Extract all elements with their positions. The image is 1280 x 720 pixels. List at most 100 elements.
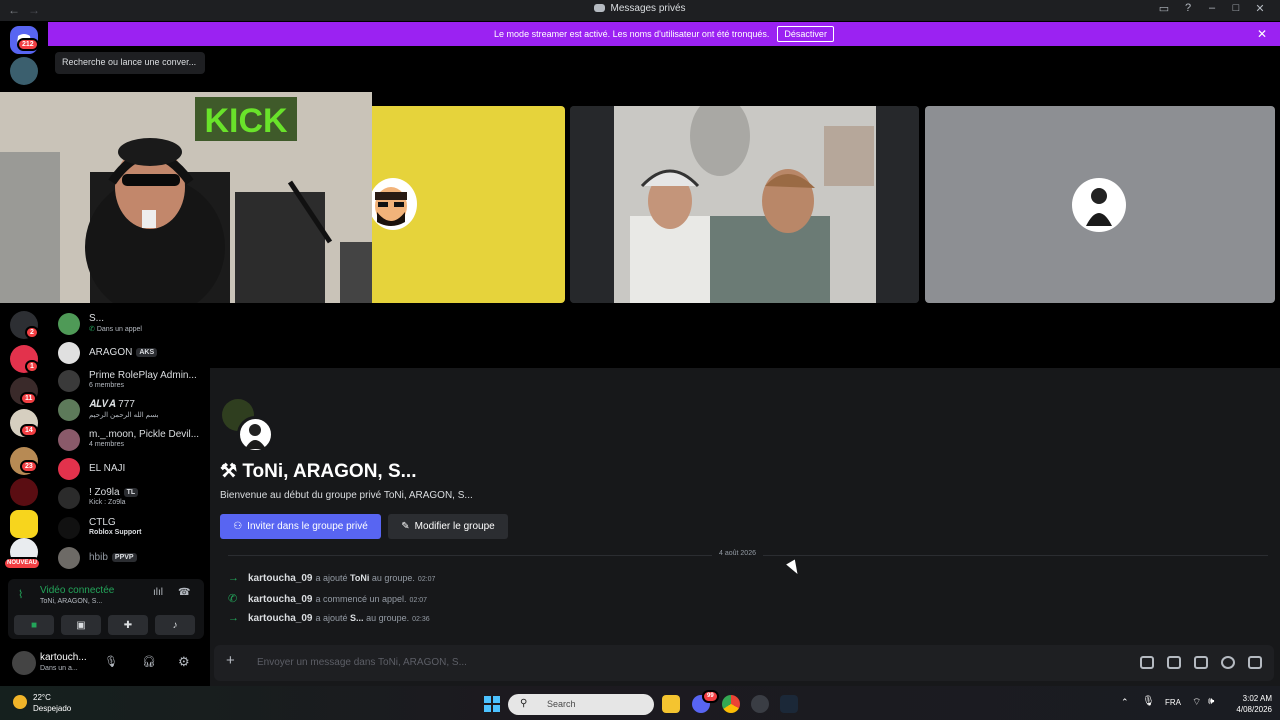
minimize-button[interactable]: –	[1200, 2, 1224, 15]
soundboard-button[interactable]: ♪	[155, 615, 195, 635]
group-welcome-text: Bienvenue au début du groupe privé ToNi,…	[220, 490, 473, 501]
gif-icon[interactable]	[1167, 656, 1181, 669]
dm-name: ARAGON AKS	[89, 347, 158, 358]
dm-item[interactable]: m._.moon, Pickle Devil... 4 membres	[58, 427, 208, 455]
disconnect-icon[interactable]: ☎	[178, 587, 190, 598]
dm-item[interactable]: EL NAJI	[58, 456, 208, 484]
maximize-button[interactable]: □	[1224, 2, 1248, 15]
server-badge: 11	[20, 392, 38, 405]
taskbar-clock[interactable]: 3:02 AM 4/08/2026	[1228, 693, 1272, 715]
emoji-icon[interactable]	[1221, 656, 1235, 669]
dm-subtext: 4 membres	[89, 441, 125, 448]
avatar	[58, 429, 80, 451]
start-button[interactable]	[484, 696, 500, 712]
dm-name: CTLG	[89, 517, 116, 528]
user-avatar[interactable]	[12, 651, 36, 675]
chrome-icon[interactable]	[722, 695, 740, 713]
camera-video	[570, 106, 919, 303]
window-title: Messages privés	[0, 3, 1280, 14]
person-silhouette-icon	[1086, 188, 1112, 226]
avatar	[58, 487, 80, 509]
dm-name: hbib PPVP	[89, 552, 137, 563]
server-icon[interactable]	[10, 57, 38, 85]
disable-streamer-button[interactable]: Désactiver	[777, 26, 834, 42]
video-tile-camera[interactable]	[570, 106, 919, 303]
dm-name-label: ARAGON	[89, 347, 133, 358]
voice-channel[interactable]: ToNi, ARAGON, S...	[40, 598, 102, 605]
title-bar: ← → Messages privés ▭ ? – □ ✕	[0, 0, 1280, 21]
streamer-mode-banner: Le mode streamer est activé. Les noms d'…	[48, 22, 1280, 46]
apps-icon[interactable]	[1248, 656, 1262, 669]
username[interactable]: kartouch...	[40, 652, 87, 663]
microphone-icon[interactable]: 🎙︎	[104, 655, 118, 668]
steam-icon[interactable]	[780, 695, 798, 713]
invite-group-button[interactable]: ⚇ Inviter dans le groupe privé	[220, 514, 381, 539]
headphones-icon[interactable]: 🎧︎	[142, 655, 156, 668]
discord-taskbar-badge: 99	[702, 690, 719, 703]
message-author[interactable]: kartoucha_09	[248, 613, 312, 624]
inbox-icon[interactable]: ▭	[1152, 2, 1176, 15]
gift-icon[interactable]	[1140, 656, 1154, 669]
group-title: ⚒ ToNi, ARAGON, S...	[220, 460, 416, 483]
edit-group-button[interactable]: ✎ Modifier le groupe	[388, 514, 508, 539]
message-composer[interactable]: + Envoyer un message dans ToNi, ARAGON, …	[214, 645, 1274, 681]
message-target[interactable]: S...	[350, 613, 364, 623]
dm-item[interactable]: 𝑨𝑳𝑽𝑨 777 بسم الله الرحمن الرحيم	[58, 397, 208, 425]
avatar	[58, 458, 80, 480]
message-suffix: au groupe.	[366, 613, 410, 623]
obs-icon[interactable]	[751, 695, 769, 713]
dm-item[interactable]: CTLG Roblox Support	[58, 515, 208, 543]
language-indicator[interactable]: FRA	[1165, 698, 1181, 707]
message-target[interactable]: ToNi	[350, 573, 369, 583]
message-author[interactable]: kartoucha_09	[248, 594, 312, 605]
webcam-video: KICK	[0, 92, 372, 303]
server-icon[interactable]	[10, 510, 38, 538]
dm-subtext: ✆ Dans un appel	[89, 325, 142, 333]
dm-item[interactable]: Prime RolePlay Admin... 6 membres	[58, 368, 208, 396]
search-conversation-input[interactable]: Recherche ou lance une conver...	[55, 52, 205, 74]
discord-window: ← → Messages privés ▭ ? – □ ✕ Le mode st…	[0, 0, 1280, 720]
noise-suppression-icon[interactable]: ılıl	[153, 587, 163, 598]
camera-button[interactable]: ■	[14, 615, 54, 635]
message-author[interactable]: kartoucha_09	[248, 573, 312, 584]
windows-taskbar: 22°C Despejado ⚲ Search 99 ⌃ 🎙︎ FRA ⌔ 🕪︎…	[0, 686, 1280, 720]
dm-item[interactable]: hbib PPVP	[58, 545, 208, 573]
chevron-up-icon[interactable]: ⌃	[1121, 697, 1129, 708]
message-time: 02:07	[409, 597, 428, 604]
volume-icon[interactable]: 🕪︎	[1208, 696, 1214, 707]
message-action: a commencé un appel.	[315, 594, 407, 604]
weather-desc: Despejado	[33, 704, 72, 713]
close-banner-icon[interactable]: ✕	[1257, 27, 1267, 41]
add-attachment-icon[interactable]: +	[226, 652, 235, 669]
close-window-button[interactable]: ✕	[1248, 2, 1272, 15]
video-tile-gray[interactable]	[925, 106, 1275, 303]
avatar	[58, 547, 80, 569]
dm-subtext: بسم الله الرحمن الرحيم	[89, 412, 159, 419]
gear-icon[interactable]: ⚙	[178, 654, 190, 670]
voice-status[interactable]: Vidéo connectée	[40, 585, 114, 596]
weather-temp: 22°C	[33, 693, 51, 702]
avatar	[58, 517, 80, 539]
clan-tag: TL	[123, 488, 139, 497]
composer-placeholder[interactable]: Envoyer un message dans ToNi, ARAGON, S.…	[257, 657, 467, 668]
dm-subtext: Kick : Zo9la	[89, 499, 126, 506]
screen-share-button[interactable]: ▣	[61, 615, 101, 635]
wifi-icon[interactable]: ⌔	[1192, 696, 1201, 709]
video-tile-yellow[interactable]	[372, 106, 565, 303]
taskbar-search[interactable]: ⚲ Search	[508, 694, 654, 715]
dm-item[interactable]: ARAGON AKS	[58, 340, 208, 368]
user-status: Dans un a...	[40, 665, 78, 672]
server-icon[interactable]	[10, 478, 38, 506]
dm-item[interactable]: S... ✆ Dans un appel	[58, 311, 208, 339]
microphone-icon[interactable]: 🎙︎	[1142, 696, 1155, 707]
dm-subtext: Roblox Support	[89, 529, 142, 536]
file-explorer-icon[interactable]	[662, 695, 680, 713]
invite-label: Inviter dans le groupe privé	[247, 521, 368, 532]
clan-tag: AKS	[136, 348, 158, 357]
sticker-icon[interactable]	[1194, 656, 1208, 669]
system-message: → kartoucha_09 a ajouté ToNi au groupe. 02:…	[228, 572, 435, 584]
help-icon[interactable]: ?	[1176, 2, 1200, 15]
activities-button[interactable]: ✚	[108, 615, 148, 635]
clan-tag: PPVP	[111, 553, 137, 562]
dm-item[interactable]: ! Zo9la TL Kick : Zo9la	[58, 485, 208, 513]
